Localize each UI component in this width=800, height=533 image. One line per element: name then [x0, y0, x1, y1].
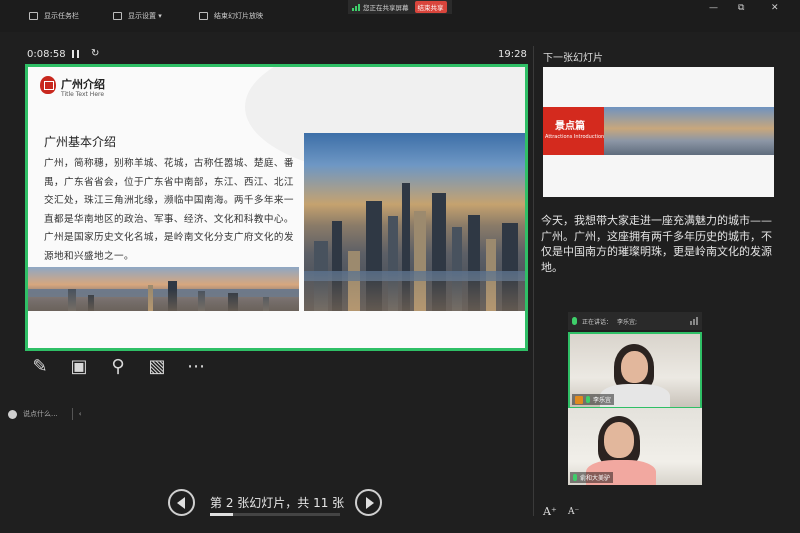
monitor-icon	[113, 12, 122, 20]
reset-timer-icon[interactable]: ↻	[91, 48, 99, 59]
video-tile-participant[interactable]: 俞和大美驴	[568, 408, 702, 485]
panel-divider[interactable]	[533, 46, 534, 516]
next-slide-button[interactable]	[355, 489, 382, 516]
grid-view-icon[interactable]	[690, 317, 698, 325]
screen-share-status: 您正在共享屏幕 结束共享	[348, 0, 452, 14]
slide-progress-fill	[210, 513, 234, 516]
end-share-button[interactable]: 结束共享	[414, 1, 447, 13]
participant-name: 俞和大美驴	[580, 475, 611, 482]
previous-slide-button[interactable]	[168, 489, 195, 516]
chat-placeholder: 说点什么...	[23, 410, 58, 418]
previous-arrow-icon	[176, 496, 185, 509]
speaking-label: 正在讲话：	[582, 318, 613, 326]
increase-font-button[interactable]: A⁺	[543, 505, 557, 518]
display-settings-label: 显示设置 ▾	[128, 12, 162, 20]
show-taskbar-label: 显示任务栏	[44, 12, 79, 20]
city-panorama-image	[28, 267, 299, 311]
next-slide-label: 下一张幻灯片	[543, 53, 603, 64]
display-settings-button[interactable]: 显示设置 ▾	[113, 11, 162, 21]
chat-input-toggle[interactable]: 说点什么... ‹	[8, 408, 82, 420]
participant-name: 李乐宜	[593, 397, 612, 404]
presenter-tools: ✎ ▣ ⚲ ▧ ⋯	[27, 353, 209, 381]
current-slide[interactable]: 广州介绍 Title Text Here 广州基本介绍 广州，简称穗，别称羊城、…	[25, 64, 528, 351]
decrease-font-button[interactable]: A⁻	[568, 507, 579, 517]
slide-heading: 广州基本介绍	[44, 135, 117, 149]
next-arrow-icon	[365, 496, 374, 509]
more-options-icon[interactable]: ⋯	[183, 353, 209, 379]
avatar-icon	[8, 409, 17, 419]
show-taskbar-button[interactable]: 显示任务栏	[29, 11, 79, 21]
end-slideshow-label: 结束幻灯片放映	[214, 12, 263, 20]
participant-name-tag: 李乐宜	[572, 394, 615, 405]
sharing-status-text: 您正在共享屏幕	[363, 4, 409, 12]
host-icon	[575, 395, 583, 404]
mic-on-icon	[586, 396, 590, 403]
elapsed-timer: 0:08:58	[27, 49, 66, 60]
black-screen-icon[interactable]: ▧	[144, 353, 170, 379]
see-all-slides-icon[interactable]: ▣	[66, 353, 92, 379]
signal-icon	[352, 3, 360, 11]
mic-on-icon	[573, 474, 577, 481]
slide-subtitle: Title Text Here	[61, 91, 105, 98]
speaker-notes[interactable]: 今天，我想带大家走进一座充满魅力的城市——广州。广州，这座拥有两千多年历史的城市…	[541, 213, 781, 275]
end-slideshow-button[interactable]: 结束幻灯片放映	[199, 11, 263, 21]
active-speaker-bar: 正在讲话： 李乐宜;	[568, 312, 702, 330]
slide-logo-icon	[40, 76, 56, 94]
top-toolbar: 显示任务栏 显示设置 ▾ 结束幻灯片放映 您正在共享屏幕 结束共享 — ⧉ ✕	[0, 0, 800, 32]
speaking-name: 李乐宜;	[617, 318, 638, 326]
slide-title: 广州介绍	[61, 78, 105, 91]
end-slideshow-icon	[199, 12, 208, 20]
slide-body-text: 广州，简称穗，别称羊城、花城，古称任嚣城、楚庭、番禺，广东省省会，位于广东省中南…	[44, 158, 294, 262]
participant-name-tag: 俞和大美驴	[570, 472, 614, 483]
taskbar-icon	[29, 12, 38, 20]
clock-time: 19:28	[498, 49, 527, 60]
next-slide-preview[interactable]: 景点篇 Attractions Introduction	[543, 67, 774, 197]
slide-counter[interactable]: 第 2 张幻灯片，共 11 张	[210, 494, 344, 511]
pause-icon[interactable]	[72, 50, 79, 58]
next-slide-title: 景点篇	[555, 121, 585, 132]
minimize-button[interactable]: —	[709, 3, 718, 13]
zoom-icon[interactable]: ⚲	[105, 353, 131, 379]
pen-tool-icon[interactable]: ✎	[27, 353, 53, 379]
city-skyline-image	[304, 133, 525, 311]
restore-button[interactable]: ⧉	[738, 3, 744, 13]
video-tile-host[interactable]: 李乐宜	[568, 332, 702, 409]
close-button[interactable]: ✕	[771, 3, 779, 13]
next-slide-subtitle: Attractions Introduction	[545, 134, 605, 140]
collapse-chevron-icon[interactable]: ‹	[79, 410, 82, 418]
slide-progress-bar	[210, 513, 340, 516]
microphone-icon	[572, 317, 577, 325]
